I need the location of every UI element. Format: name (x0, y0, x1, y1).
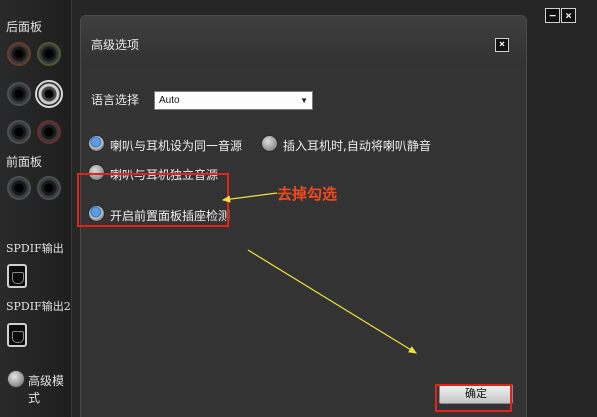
spdif-out2-label: SPDIF输出2 (6, 300, 71, 313)
spdif-out-port-icon[interactable] (7, 264, 27, 288)
highlight-box-jack-detect (77, 173, 229, 227)
dialog-title: 高级选项 (91, 38, 140, 52)
radio-same-source[interactable] (88, 135, 105, 152)
front-jack-1[interactable] (7, 176, 31, 200)
front-panel-label: 前面板 (6, 155, 43, 169)
spdif-out2-port-icon[interactable] (7, 323, 27, 347)
front-jack-2[interactable] (37, 176, 61, 200)
rear-jack-6[interactable] (37, 120, 61, 144)
advanced-mode-radio[interactable] (7, 370, 25, 388)
rear-jack-active[interactable] (35, 80, 63, 108)
jack-panel: 后面板 前面板 SPDIF输出 SPDIF输出2 高级模式 (0, 0, 72, 417)
dialog-close-button[interactable]: × (495, 38, 509, 52)
minimize-button[interactable]: − (545, 8, 560, 23)
radio-auto-mute[interactable] (261, 135, 278, 152)
window-close-button[interactable]: × (561, 8, 576, 23)
option-label-auto-mute: 插入耳机时,自动将喇叭静音 (283, 139, 431, 153)
rear-jack-2[interactable] (37, 42, 61, 66)
language-select[interactable]: Auto ▼ (154, 91, 313, 110)
option-label-same-source: 喇叭与耳机设为同一音源 (110, 139, 243, 153)
language-label: 语言选择 (91, 93, 140, 107)
advanced-mode-label: 高级模式 (28, 374, 65, 405)
rear-panel-label: 后面板 (6, 20, 43, 34)
language-select-value: Auto (159, 95, 180, 106)
annotation-text: 去掉勾选 (277, 185, 338, 203)
dialog-body: 语言选择 Auto ▼ 喇叭与耳机设为同一音源 插入耳机时,自动将喇叭静音 喇叭… (81, 66, 526, 417)
dialog-header: 高级选项 × (81, 16, 526, 66)
highlight-box-confirm (435, 384, 512, 412)
rear-jack-3[interactable] (7, 82, 31, 106)
rear-jack-1[interactable] (7, 42, 31, 66)
spdif-out-label: SPDIF输出 (6, 242, 64, 255)
rear-jack-5[interactable] (7, 120, 31, 144)
chevron-down-icon: ▼ (300, 96, 308, 105)
